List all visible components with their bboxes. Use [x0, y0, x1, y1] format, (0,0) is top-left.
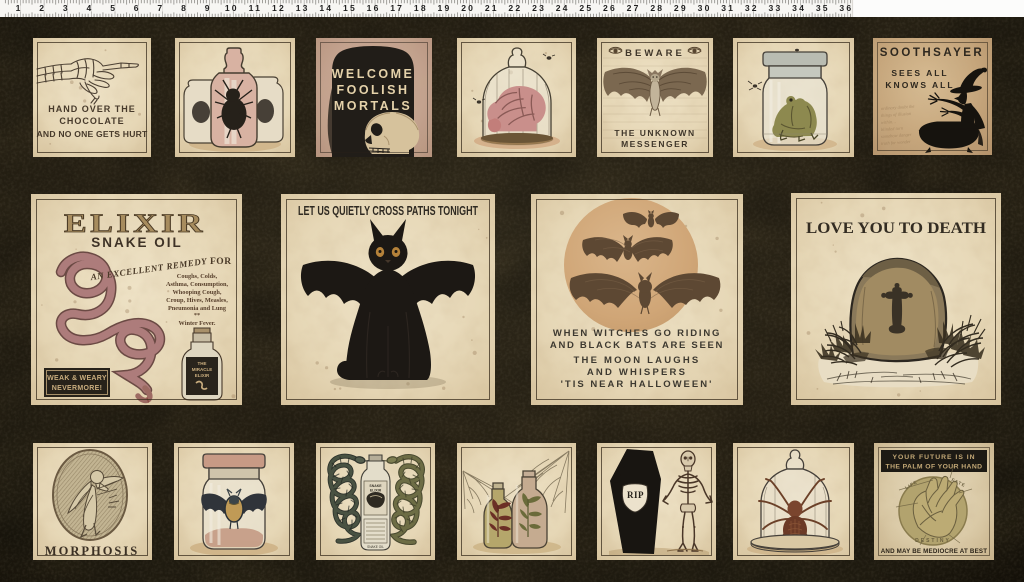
svg-text:20: 20 [461, 3, 475, 13]
svg-text:SNAKE OIL: SNAKE OIL [91, 235, 183, 250]
svg-text:16: 16 [367, 3, 381, 13]
svg-text:6: 6 [134, 3, 139, 13]
svg-text:5: 5 [110, 3, 115, 13]
svg-text:8: 8 [181, 3, 186, 13]
svg-text:AND BLACK BATS ARE SEEN: AND BLACK BATS ARE SEEN [550, 340, 724, 351]
svg-text:MORPHOSIS: MORPHOSIS [45, 544, 139, 558]
svg-text:Pneumonia and Lung: Pneumonia and Lung [168, 305, 227, 312]
svg-text:10: 10 [225, 3, 239, 13]
svg-text:SEES ALL: SEES ALL [891, 68, 948, 78]
svg-text:LOVE YOU TO DEATH: LOVE YOU TO DEATH [806, 220, 987, 237]
svg-text:WELCOME: WELCOME [332, 67, 415, 81]
svg-text:7: 7 [157, 3, 162, 13]
svg-text:30: 30 [698, 3, 712, 13]
svg-text:ELIXIR: ELIXIR [195, 373, 210, 378]
svg-text:MIRACLE: MIRACLE [192, 367, 213, 372]
svg-text:FOR: FOR [210, 257, 232, 267]
svg-text:35: 35 [816, 3, 830, 13]
svg-text:MORTALS: MORTALS [334, 99, 412, 113]
svg-text:15: 15 [343, 3, 357, 13]
svg-text:WEAK & WEARY: WEAK & WEARY [47, 375, 107, 382]
svg-text:21: 21 [485, 3, 499, 13]
svg-text:THE MOON LAUGHS: THE MOON LAUGHS [574, 355, 701, 366]
svg-text:19: 19 [438, 3, 452, 13]
svg-text:CHOCOLATE: CHOCOLATE [59, 116, 124, 126]
svg-text:AND WHISPERS: AND WHISPERS [587, 367, 687, 378]
svg-text:within…: within… [881, 119, 897, 125]
svg-text:THE PALM OF YOUR HAND: THE PALM OF YOUR HAND [886, 464, 983, 471]
svg-text:29: 29 [674, 3, 688, 13]
svg-text:FOOLISH: FOOLISH [336, 83, 409, 97]
svg-text:33: 33 [769, 3, 783, 13]
svg-text:18: 18 [414, 3, 428, 13]
svg-text:DESTINY: DESTINY [915, 538, 951, 544]
svg-text:4: 4 [87, 3, 92, 13]
svg-text:1: 1 [16, 3, 21, 13]
svg-text:WHEN WITCHES GO RIDING: WHEN WITCHES GO RIDING [553, 328, 721, 339]
svg-text:24: 24 [556, 3, 570, 13]
svg-text:32: 32 [745, 3, 759, 13]
svg-text:BEWARE: BEWARE [625, 48, 685, 59]
svg-text:LET US QUIETLY CROSS PATHS TON: LET US QUIETLY CROSS PATHS TONIGHT [298, 203, 478, 218]
svg-text:YOUR FUTURE IS IN: YOUR FUTURE IS IN [892, 454, 975, 461]
svg-text:23: 23 [532, 3, 546, 13]
svg-text:NEVERMORE!: NEVERMORE! [52, 385, 102, 392]
svg-text:27: 27 [627, 3, 641, 13]
svg-text:9: 9 [205, 3, 210, 13]
svg-text:25: 25 [579, 3, 593, 13]
svg-text:14: 14 [319, 3, 333, 13]
svg-text:13: 13 [296, 3, 310, 13]
svg-text:THE: THE [198, 361, 207, 366]
svg-text:Winter Fever.: Winter Fever. [179, 320, 216, 327]
svg-text:11: 11 [249, 3, 262, 13]
svg-text:HAND OVER THE: HAND OVER THE [48, 104, 136, 114]
svg-text:AND NO ONE GETS HURT: AND NO ONE GETS HURT [37, 129, 148, 139]
svg-text:Coughs, Colds,: Coughs, Colds, [177, 273, 218, 280]
svg-text:ELIXIR: ELIXIR [64, 209, 206, 239]
svg-text:22: 22 [508, 3, 522, 13]
svg-text:RIP: RIP [627, 490, 644, 500]
svg-text:SNAKE: SNAKE [369, 484, 382, 488]
svg-text:ELIXIR: ELIXIR [370, 489, 382, 493]
svg-text:Croup, Hives, Measles,: Croup, Hives, Measles, [166, 297, 228, 304]
svg-text:'TIS NEAR HALLOWEEN': 'TIS NEAR HALLOWEEN' [561, 379, 714, 390]
svg-text:Asthma, Consumption,: Asthma, Consumption, [166, 281, 229, 288]
svg-text:2: 2 [39, 3, 44, 13]
svg-text:3: 3 [63, 3, 68, 13]
svg-text:SOOTHSAYER: SOOTHSAYER [880, 47, 984, 59]
svg-text:SNAKE OIL: SNAKE OIL [367, 545, 384, 549]
svg-text:AND MAY BE MEDIOCRE AT BEST: AND MAY BE MEDIOCRE AT BEST [881, 548, 987, 555]
svg-text:31: 31 [721, 3, 735, 13]
svg-text:**: ** [194, 312, 200, 319]
svg-text:26: 26 [603, 3, 617, 13]
svg-text:12: 12 [272, 3, 286, 13]
svg-text:KNOWS ALL: KNOWS ALL [885, 80, 954, 90]
svg-text:28: 28 [650, 3, 664, 13]
svg-text:THE UNKNOWN: THE UNKNOWN [614, 128, 695, 138]
svg-text:Whooping Cough,: Whooping Cough, [173, 289, 222, 296]
svg-text:36: 36 [839, 3, 853, 13]
svg-text:17: 17 [390, 3, 404, 13]
svg-text:MESSENGER: MESSENGER [621, 139, 689, 149]
svg-text:34: 34 [792, 3, 806, 13]
